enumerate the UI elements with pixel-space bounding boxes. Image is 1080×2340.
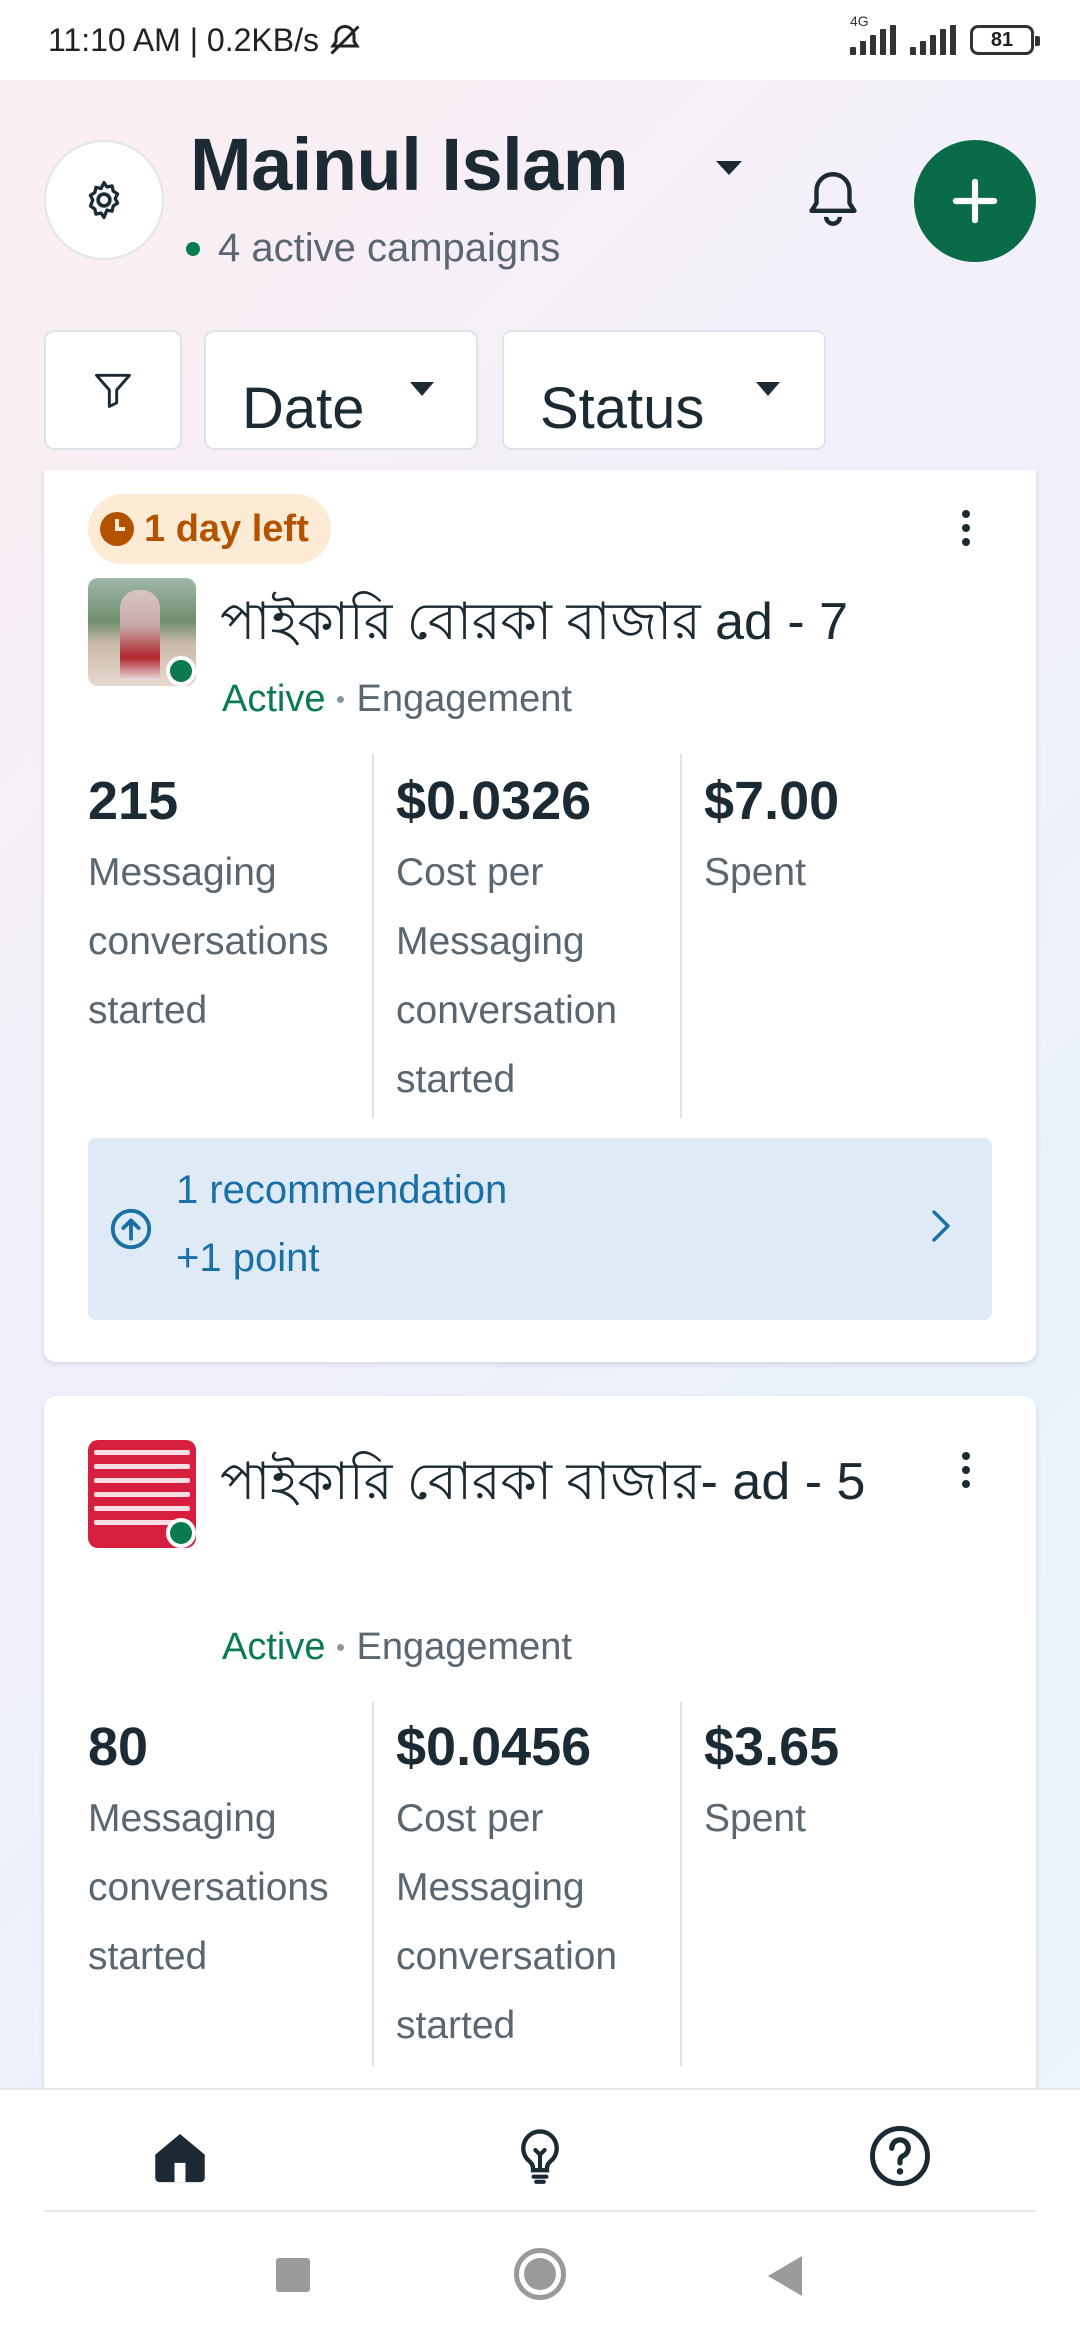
metric-divider: [680, 754, 682, 1118]
gear-icon: [88, 180, 120, 220]
back-icon[interactable]: [768, 2256, 802, 2296]
metric-cost: $0.0456 Cost per Messaging conversation …: [396, 1714, 696, 2060]
home-icon: [155, 2134, 205, 2183]
date-filter[interactable]: Date: [204, 330, 478, 450]
bottom-nav: [0, 2088, 1080, 2212]
metric-label: Cost per Messaging conversation started: [396, 851, 618, 1101]
metric-label: Messaging conversations started: [88, 1797, 329, 1978]
network-label: 4G: [850, 13, 869, 29]
signal-4g-icon: 4G: [850, 13, 896, 55]
campaign-name: পাইকারি বোরকা বাজার- ad - 5: [220, 1453, 866, 1511]
nav-help[interactable]: [860, 2116, 940, 2196]
recommendation-banner[interactable]: 1 recommendation +1 point: [88, 1138, 992, 1320]
battery-level: 81: [990, 28, 1014, 51]
separator-dot: [337, 696, 345, 703]
metric-spent: $3.65 Spent: [704, 1714, 1004, 1853]
metric-value: $7.00: [704, 771, 840, 831]
nav-ideas[interactable]: [500, 2116, 580, 2196]
campaign-card[interactable]: 1 day left পাইকারি বোরকা বাজার ad - 7 Ac…: [44, 470, 1036, 1362]
campaign-name: পাইকারি বোরকা বাজার ad - 7: [220, 593, 849, 651]
signal-icon: [910, 25, 956, 55]
metric-value: $0.0456: [396, 1717, 592, 1777]
metric-label: Messaging conversations started: [88, 851, 329, 1032]
metric-results: 215 Messaging conversations started: [88, 768, 388, 1045]
plus-icon: [952, 178, 998, 224]
system-nav-bar: [0, 2212, 1080, 2340]
metric-cost: $0.0326 Cost per Messaging conversation …: [396, 768, 696, 1114]
chevron-right-icon: [932, 1210, 950, 1242]
status-filter[interactable]: Status: [502, 330, 826, 450]
recommendation-points: +1 point: [176, 1236, 320, 1280]
date-filter-label: Date: [242, 375, 365, 441]
metric-divider: [680, 1702, 682, 2066]
arrow-up-circle-icon: [110, 1208, 152, 1250]
metric-label: Spent: [704, 1797, 806, 1840]
caret-down-icon: [756, 382, 780, 396]
separator-dot: [337, 1644, 345, 1651]
campaign-meta: Active Engagement: [222, 678, 572, 721]
campaign-meta: Active Engagement: [222, 1626, 572, 1669]
metric-value: $0.0326: [396, 771, 592, 831]
active-status-dot: [166, 1518, 196, 1548]
campaign-card[interactable]: পাইকারি বোরকা বাজার- ad - 5 Active Engag…: [44, 1396, 1036, 2096]
filter-button[interactable]: [44, 330, 182, 450]
metric-divider: [372, 754, 374, 1118]
active-status-dot: [166, 656, 196, 686]
home-system-icon[interactable]: [514, 2248, 566, 2300]
metric-label: Spent: [704, 851, 806, 894]
status-bar: 11:10 AM | 0.2KB/s 4G 81: [0, 0, 1080, 80]
campaign-summary-text: 4 active campaigns: [218, 226, 561, 270]
mute-notifications-icon: [330, 24, 360, 55]
metric-value: $3.65: [704, 1717, 840, 1777]
kebab-icon[interactable]: [956, 510, 976, 546]
metric-value: 80: [88, 1717, 149, 1777]
metric-spent: $7.00 Spent: [704, 768, 1004, 907]
kebab-icon[interactable]: [956, 1452, 976, 1488]
time-left-badge: 1 day left: [88, 494, 331, 564]
settings-button[interactable]: [44, 140, 164, 260]
status-time: 11:10 AM | 0.2KB/s: [48, 21, 319, 58]
nav-home[interactable]: [140, 2116, 220, 2196]
campaign-objective: Engagement: [356, 678, 572, 720]
status-filter-label: Status: [540, 375, 705, 441]
metric-value: 215: [88, 771, 179, 831]
account-name[interactable]: Mainul Islam: [190, 122, 629, 207]
clock-icon: [100, 512, 134, 546]
metric-label: Cost per Messaging conversation started: [396, 1797, 618, 2047]
lightbulb-icon: [521, 2129, 559, 2184]
active-dot: [186, 241, 200, 256]
campaign-objective: Engagement: [356, 1626, 572, 1668]
recents-icon[interactable]: [276, 2258, 310, 2292]
help-icon: [870, 2126, 930, 2186]
status-right: 4G 81: [850, 13, 1040, 55]
account-dropdown-icon[interactable]: [714, 158, 744, 178]
campaign-status: Active: [222, 1626, 326, 1668]
caret-down-icon: [410, 382, 434, 396]
time-left-text: 1 day left: [144, 507, 309, 550]
status-left: 11:10 AM | 0.2KB/s: [48, 22, 363, 59]
metric-results: 80 Messaging conversations started: [88, 1714, 388, 1991]
funnel-icon: [95, 373, 131, 408]
recommendation-title: 1 recommendation: [176, 1168, 508, 1212]
create-campaign-button[interactable]: [914, 140, 1036, 262]
bell-icon[interactable]: [800, 166, 866, 232]
metric-divider: [372, 1702, 374, 2066]
battery-icon: 81: [970, 25, 1040, 55]
campaign-summary: 4 active campaigns: [186, 226, 560, 271]
campaign-status: Active: [222, 678, 326, 720]
